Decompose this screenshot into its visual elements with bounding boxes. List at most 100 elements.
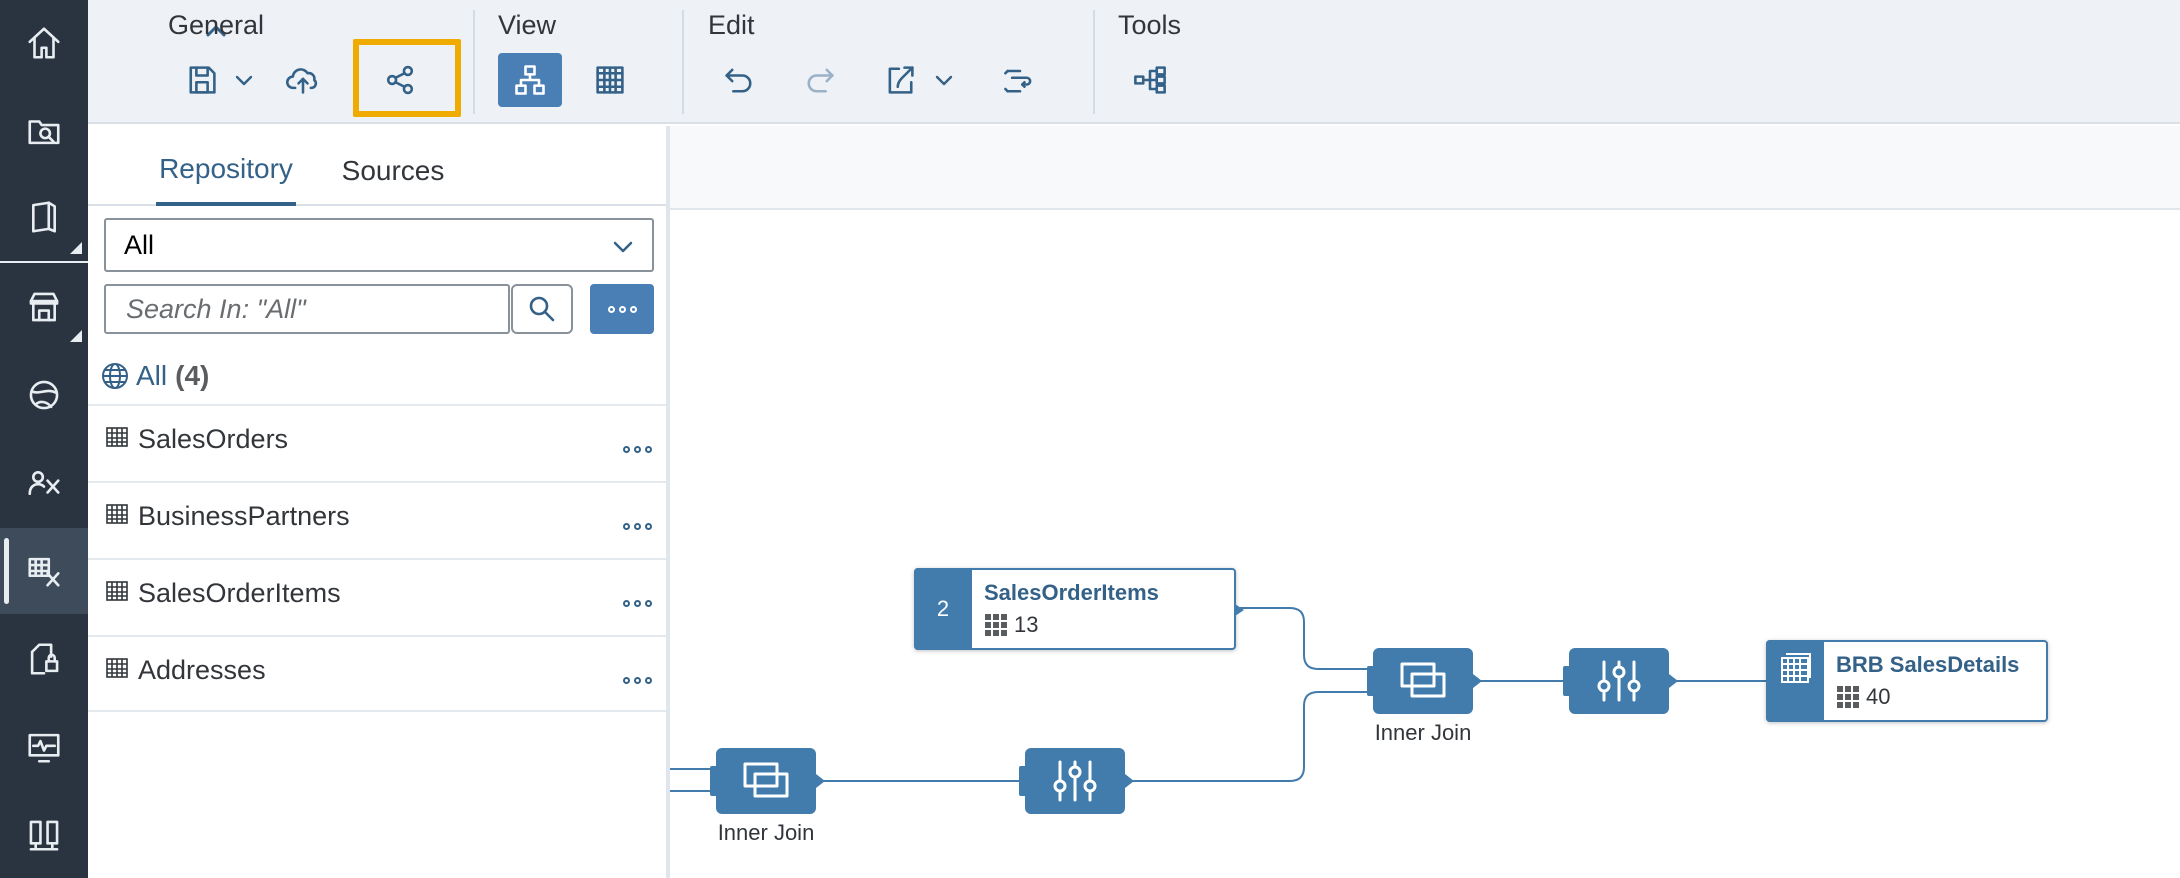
undo-button[interactable] <box>707 53 771 107</box>
node-title: SalesOrderItems <box>984 580 1159 605</box>
impact-lineage-button[interactable] <box>1118 53 1182 107</box>
expand-indicator-icon <box>70 330 82 342</box>
inner-join-label: Inner Join <box>1374 720 1472 745</box>
group-divider <box>682 10 684 114</box>
node-title: BRB SalesDetails <box>1836 652 2020 677</box>
search-button[interactable] <box>511 284 573 334</box>
view-table-icon <box>1781 653 1811 683</box>
item-more-button[interactable] <box>623 523 652 530</box>
more-options-button[interactable] <box>590 284 654 334</box>
chevron-down-icon[interactable] <box>232 68 256 92</box>
home-icon[interactable] <box>0 0 88 86</box>
inner-join-operator[interactable] <box>1367 648 1482 714</box>
node-meta: 40 <box>1836 684 1890 710</box>
chevron-down-icon[interactable] <box>932 68 956 92</box>
data-integration-icon[interactable] <box>0 792 88 878</box>
output-port <box>816 774 825 788</box>
list-item[interactable]: SalesOrderItems <box>88 558 666 635</box>
output-port <box>1235 604 1244 616</box>
group-divider <box>1093 10 1095 114</box>
all-objects-row[interactable]: All (4) <box>100 356 209 396</box>
redo-button[interactable] <box>788 53 852 107</box>
group-label-general: General <box>168 10 265 40</box>
projection-icon <box>1053 760 1097 802</box>
node-column-count: 40 <box>1866 684 1891 709</box>
expand-indicator-icon <box>70 242 82 254</box>
columns-icon <box>1837 686 1859 708</box>
canvas-header <box>670 126 2180 210</box>
list-item[interactable]: SalesOrders <box>88 404 666 481</box>
tab-repository[interactable]: Repository <box>156 136 296 206</box>
chevron-down-icon <box>610 234 636 260</box>
locked-document-icon[interactable] <box>0 616 88 702</box>
output-port <box>1125 774 1134 788</box>
globe-icon[interactable] <box>0 352 88 438</box>
side-navigation <box>0 0 88 878</box>
table-icon <box>106 503 128 525</box>
table-icon <box>106 580 128 602</box>
group-label-edit: Edit <box>708 10 755 40</box>
dot-icon <box>618 305 626 313</box>
projection-icon <box>1597 660 1641 702</box>
input-port <box>1019 766 1029 796</box>
filter-select-value: All <box>124 229 155 260</box>
monitor-icon[interactable] <box>0 704 88 790</box>
list-item-name: SalesOrderItems <box>138 578 341 608</box>
projection-operator[interactable] <box>1563 648 1678 714</box>
group-label-tools: Tools <box>1118 10 1182 40</box>
node-column-count: 13 <box>1014 612 1039 637</box>
repository-list: SalesOrders BusinessPartners SalesOrderI… <box>88 404 666 712</box>
deploy-button[interactable] <box>271 53 335 107</box>
group-divider <box>473 10 475 114</box>
node-badge: 2 <box>914 568 972 650</box>
list-item[interactable]: BusinessPartners <box>88 481 666 558</box>
table-view-button[interactable] <box>578 53 642 107</box>
save-button[interactable] <box>170 53 234 107</box>
node-meta: 13 <box>984 612 1038 638</box>
dot-icon <box>607 305 615 313</box>
tab-sources[interactable]: Sources <box>338 136 448 206</box>
folder-search-icon[interactable] <box>0 88 88 174</box>
projection-operator[interactable] <box>1019 748 1134 814</box>
join-icon <box>1400 662 1446 698</box>
group-label-view: View <box>498 10 557 40</box>
all-objects-count: (4) <box>175 360 210 391</box>
output-port <box>1669 674 1678 688</box>
source-node[interactable]: 2 SalesOrderItems 13 <box>914 568 1244 650</box>
input-port <box>1367 666 1377 696</box>
auto-layout-button[interactable] <box>988 53 1052 107</box>
output-node[interactable]: BRB SalesDetails 40 <box>1766 640 2048 722</box>
panel-tabs: Repository Sources <box>88 126 666 206</box>
globe-icon <box>102 363 128 389</box>
share-button[interactable] <box>368 53 432 107</box>
toolbar: General View Edit Tools <box>88 0 2180 124</box>
all-objects-label: All <box>136 360 168 391</box>
node-side <box>1766 640 1824 722</box>
input-port <box>710 766 720 796</box>
search-input[interactable] <box>104 284 510 334</box>
user-tools-icon[interactable] <box>0 440 88 526</box>
input-port <box>1563 666 1573 696</box>
list-item[interactable]: Addresses <box>88 635 666 712</box>
search-icon <box>529 296 555 322</box>
list-item-name: SalesOrders <box>138 424 289 454</box>
output-port <box>1473 674 1482 688</box>
table-icon <box>106 426 128 448</box>
diagram-canvas[interactable] <box>670 212 2180 878</box>
item-more-button[interactable] <box>623 600 652 607</box>
nav-divider <box>0 261 88 263</box>
table-icon <box>106 657 128 679</box>
data-builder-icon[interactable] <box>0 528 88 614</box>
inner-join-operator[interactable] <box>710 748 825 814</box>
filter-select[interactable]: All <box>104 218 654 272</box>
inner-join-label: Inner Join <box>717 820 815 845</box>
list-item-name: BusinessPartners <box>138 501 350 531</box>
export-button[interactable] <box>868 53 932 107</box>
diagram-view-button[interactable] <box>498 53 562 107</box>
item-more-button[interactable] <box>623 677 652 684</box>
columns-icon <box>985 614 1007 636</box>
list-item-name: Addresses <box>138 655 266 685</box>
dot-icon <box>629 305 637 313</box>
item-more-button[interactable] <box>623 446 652 453</box>
join-icon <box>743 762 789 798</box>
